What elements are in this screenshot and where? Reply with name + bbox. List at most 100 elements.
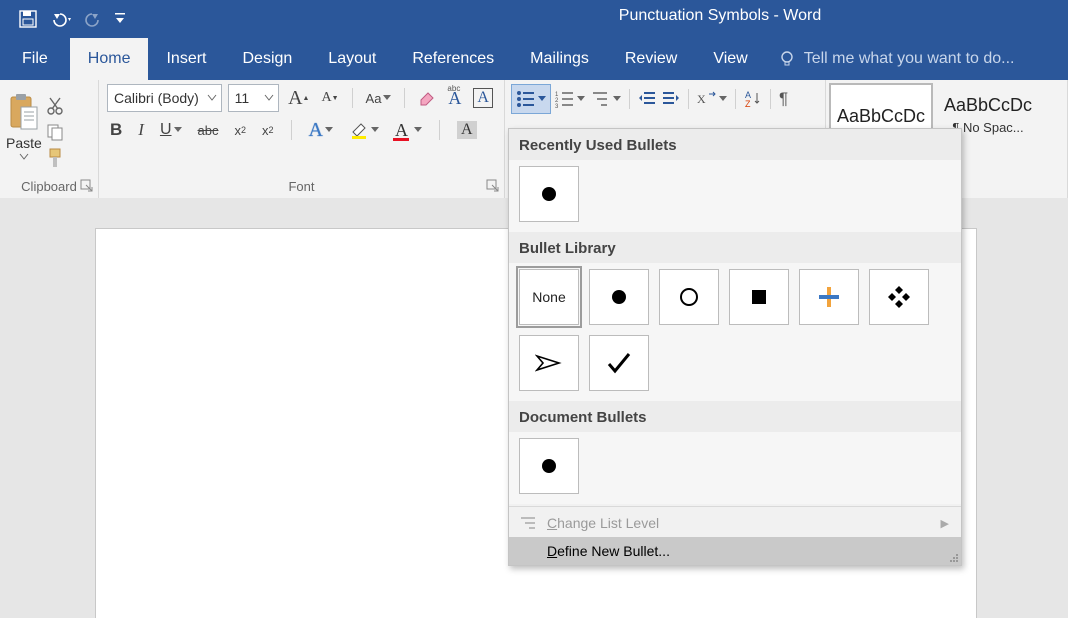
tab-mailings[interactable]: Mailings <box>512 38 607 80</box>
save-icon[interactable] <box>18 9 38 29</box>
check-bullet-icon <box>606 351 632 375</box>
character-border-button[interactable]: A <box>470 86 496 110</box>
arrow-bullet-icon <box>535 352 563 374</box>
bullet-check[interactable] <box>589 335 649 391</box>
four-star-bullet-icon <box>817 285 841 309</box>
format-painter-button[interactable] <box>44 147 66 169</box>
text-effects-button[interactable]: A <box>306 118 336 142</box>
bullet-list-icon <box>516 90 536 108</box>
subscript-button[interactable]: x2 <box>231 118 249 142</box>
clear-formatting-button[interactable] <box>415 86 439 110</box>
tell-me-search[interactable]: Tell me what you want to do... <box>766 38 1015 80</box>
group-label-clipboard: Clipboard <box>0 176 98 198</box>
bullet-circle[interactable] <box>659 269 719 325</box>
underline-button[interactable]: U <box>157 118 185 142</box>
copy-button[interactable] <box>44 121 66 143</box>
bullet-square[interactable] <box>729 269 789 325</box>
tell-me-placeholder: Tell me what you want to do... <box>804 50 1015 68</box>
decrease-indent-button[interactable] <box>636 87 658 111</box>
numbering-button[interactable]: 123 <box>553 87 587 111</box>
chevron-down-icon <box>719 96 727 102</box>
chevron-down-icon <box>538 96 546 102</box>
indent-icon <box>662 91 680 107</box>
tab-layout[interactable]: Layout <box>310 38 394 80</box>
tab-insert[interactable]: Insert <box>148 38 224 80</box>
undo-icon[interactable] <box>48 10 74 28</box>
copy-icon <box>45 122 65 142</box>
redo-icon[interactable] <box>84 10 104 28</box>
group-clipboard: Paste Clipboard <box>0 80 99 198</box>
text-direction-button[interactable]: X <box>695 87 729 111</box>
show-paragraph-marks-button[interactable]: ¶ <box>777 87 790 111</box>
chevron-down-icon <box>414 127 422 133</box>
disc-bullet-icon <box>540 185 558 203</box>
paste-button[interactable]: Paste <box>6 93 42 161</box>
text-direction-icon: X <box>697 91 717 107</box>
font-size-combo[interactable]: 11 <box>228 84 279 112</box>
title-bar: Punctuation Symbols - Word <box>0 0 1068 38</box>
multilevel-list-button[interactable] <box>589 87 623 111</box>
superscript-button[interactable]: x2 <box>259 118 277 142</box>
dialog-launcher-icon[interactable] <box>486 179 500 193</box>
square-bullet-icon <box>750 288 768 306</box>
tab-design[interactable]: Design <box>224 38 310 80</box>
font-name-value: Calibri (Body) <box>114 90 199 106</box>
strikethrough-button[interactable]: abc <box>195 118 222 142</box>
sort-button[interactable]: AZ <box>742 87 764 111</box>
svg-text:3: 3 <box>555 104 559 108</box>
define-new-bullet-item[interactable]: Define New Bullet... Define New Bullet..… <box>509 537 961 565</box>
tab-file[interactable]: File <box>0 38 70 80</box>
bullets-button[interactable] <box>511 84 551 114</box>
cut-button[interactable] <box>44 95 66 117</box>
phonetic-guide-button[interactable]: abc A <box>445 86 464 110</box>
qat-customize-icon[interactable] <box>114 12 126 26</box>
paste-label: Paste <box>6 135 42 151</box>
tab-view[interactable]: View <box>695 38 765 80</box>
font-size-value: 11 <box>235 90 250 106</box>
section-library: Bullet Library <box>509 232 961 263</box>
group-font: Calibri (Body) 11 A▲ A▼ Aa abc A <box>99 80 505 198</box>
scissors-icon <box>46 96 64 116</box>
highlight-button[interactable] <box>346 118 382 142</box>
bullet-recent-disc[interactable] <box>519 166 579 222</box>
circle-bullet-icon <box>679 287 699 307</box>
diamond-cluster-icon <box>886 284 912 310</box>
tab-references[interactable]: References <box>394 38 512 80</box>
bullet-document-disc[interactable] <box>519 438 579 494</box>
change-list-level-item: CChange List Levelhange List Level ▶ <box>509 509 961 537</box>
shrink-font-button[interactable]: A▼ <box>318 86 341 110</box>
chevron-down-icon <box>383 95 391 101</box>
bullets-dropdown: Recently Used Bullets Bullet Library Non… <box>508 128 962 566</box>
tab-home[interactable]: Home <box>70 38 149 80</box>
group-label-font: Font <box>99 176 504 198</box>
increase-indent-button[interactable] <box>660 87 682 111</box>
outdent-icon <box>638 91 656 107</box>
character-shading-button[interactable]: A <box>454 118 480 142</box>
font-name-combo[interactable]: Calibri (Body) <box>107 84 222 112</box>
clipboard-icon <box>7 93 41 133</box>
lightbulb-icon <box>778 50 796 68</box>
italic-button[interactable]: I <box>135 118 147 142</box>
chevron-down-icon <box>264 94 274 102</box>
sort-icon: AZ <box>744 90 762 108</box>
chevron-down-icon <box>19 153 29 161</box>
bullet-diamond-cluster[interactable] <box>869 269 929 325</box>
chevron-down-icon <box>371 127 379 133</box>
grow-font-button[interactable]: A▲ <box>285 86 312 110</box>
bullet-arrow[interactable] <box>519 335 579 391</box>
chevron-down-icon <box>207 94 217 102</box>
numbered-list-icon: 123 <box>555 90 575 108</box>
ribbon-tabs: File Home Insert Design Layout Reference… <box>0 38 1068 80</box>
disc-bullet-icon <box>540 457 558 475</box>
change-case-button[interactable]: Aa <box>363 86 395 110</box>
highlighter-icon <box>349 120 369 140</box>
bullet-4diamond[interactable] <box>799 269 859 325</box>
chevron-down-icon <box>613 96 621 102</box>
bold-button[interactable]: B <box>107 118 125 142</box>
bullet-none[interactable]: None <box>519 269 579 325</box>
resize-grip-icon[interactable] <box>947 551 959 563</box>
bullet-disc[interactable] <box>589 269 649 325</box>
dialog-launcher-icon[interactable] <box>80 179 94 193</box>
tab-review[interactable]: Review <box>607 38 695 80</box>
font-color-button[interactable]: A <box>392 118 425 142</box>
